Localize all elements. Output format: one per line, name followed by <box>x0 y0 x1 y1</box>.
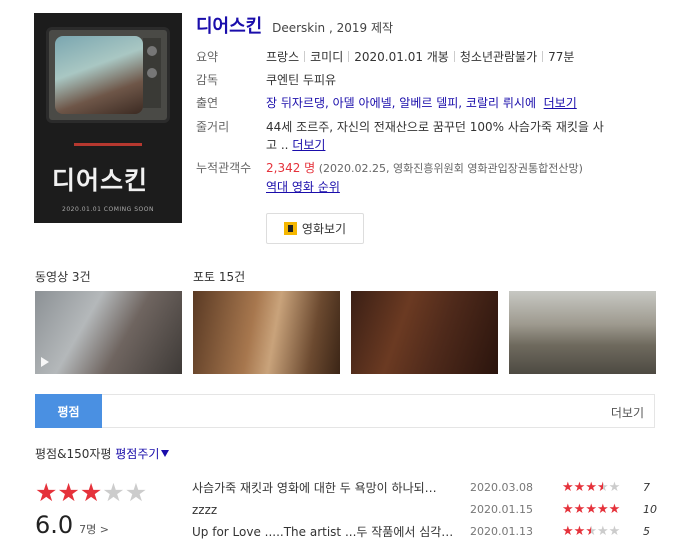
summary-genre: 코미디 <box>310 50 344 64</box>
star-icon: ★ <box>35 478 58 507</box>
poster-title: 디어스킨 <box>52 166 149 195</box>
star-icon: ★ <box>124 478 148 507</box>
rating-header: 평점&150자평 평점주기 <box>35 445 170 462</box>
info-row-audience: 누적관객수 2,342 명 (2020.02.25, 영화진흥위원회 영화관입장… <box>196 159 626 195</box>
star-icon: ★ <box>608 524 621 539</box>
info-row-plot: 줄거리 44세 조르주, 자신의 전재산으로 꿈꾸던 100% 사슴가죽 재킷을… <box>196 118 626 154</box>
audience-note: (2020.02.25, 영화진흥위원회 영화관입장권통합전산망) <box>315 162 583 175</box>
play-icon <box>41 357 49 367</box>
star-icon: ★ <box>573 480 586 495</box>
review-row[interactable]: 사슴가죽 재킷과 영화에 대한 두 욕망이 하나되… 2020.03.08 ★★★★… <box>192 479 662 497</box>
star-icon: ★ <box>608 480 621 495</box>
review-date: 2020.01.13 <box>470 525 533 538</box>
review-stars: ★★★★★ <box>562 523 620 541</box>
poster-date: 2020.01.01 COMING SOON <box>62 206 154 213</box>
star-icon: ★ <box>562 524 574 539</box>
review-date: 2020.03.08 <box>470 481 533 494</box>
divider <box>453 51 455 62</box>
star-icon: ★ <box>596 480 609 495</box>
divider <box>542 51 544 62</box>
movie-subtitle: Deerskin , 2019 제작 <box>272 21 394 35</box>
give-rating-link[interactable]: 평점주기 <box>115 447 159 461</box>
star-icon: ★ <box>585 524 597 539</box>
audience-count: 2,342 명 <box>266 161 316 175</box>
star-icon: ★ <box>573 524 586 539</box>
plot-line2: 고 .. <box>266 138 293 152</box>
tab-rating[interactable]: 평점 <box>35 394 102 428</box>
review-text[interactable]: zzzz <box>192 501 460 519</box>
plot-value: 44세 조르주, 자신의 전재산으로 꿈꾸던 100% 사슴가죽 재킷을 사고 … <box>266 118 626 154</box>
photo-thumbnail[interactable] <box>193 291 340 374</box>
rating-tab-bar: 평점 더보기 <box>35 394 655 428</box>
poster-tv-screen <box>55 36 143 114</box>
rating-header-text: 평점&150자평 <box>35 447 116 461</box>
watch-movie-button[interactable]: 영화보기 <box>266 213 364 244</box>
review-score: 5 <box>643 525 650 538</box>
summary-rating: 청소년관람불가 <box>459 50 538 64</box>
videos-heading[interactable]: 동영상 3건 <box>35 268 91 285</box>
play-logo-icon <box>283 222 297 235</box>
review-row[interactable]: zzzz 2020.01.15 ★★★★★ 10 <box>192 501 662 519</box>
photo-thumbnail[interactable] <box>351 291 498 374</box>
review-text[interactable]: Up for Love .....The artist ...두 작품에서 심각… <box>192 523 460 541</box>
star-icon: ★ <box>596 524 609 539</box>
star-icon: ★ <box>585 480 597 495</box>
photo-thumbnail[interactable] <box>509 291 656 374</box>
title-row: 디어스킨 Deerskin , 2019 제작 <box>196 12 393 38</box>
review-stars: ★★★★★ <box>562 479 620 497</box>
dropdown-triangle-icon[interactable] <box>161 450 170 457</box>
average-star-rating: ★★★★★ <box>35 480 147 505</box>
review-text[interactable]: 사슴가죽 재킷과 영화에 대한 두 욕망이 하나되… <box>192 479 460 497</box>
watch-movie-label: 영화보기 <box>301 222 347 236</box>
star-icon: ★ <box>79 478 103 507</box>
star-icon: ★ <box>562 480 574 495</box>
summary-country: 프랑스 <box>266 50 300 64</box>
star-icon: ★ <box>608 502 621 517</box>
star-icon: ★ <box>585 502 597 517</box>
poster-red-stripe <box>74 143 142 146</box>
cast-value: 장 뒤자르댕, 아델 아에넬, 알베르 델피, 코랄리 뤼시에 더보기 <box>266 94 626 112</box>
movie-poster[interactable]: 디어스킨 2020.01.01 COMING SOON <box>34 13 182 223</box>
director-link[interactable]: 쿠엔틴 두피유 <box>266 71 626 89</box>
star-icon: ★ <box>562 502 574 517</box>
poster-tv-illustration <box>46 27 170 123</box>
average-score: 6.0 7명 > <box>35 511 109 539</box>
review-row[interactable]: Up for Love .....The artist ...두 작품에서 심각… <box>192 523 662 541</box>
video-thumbnail[interactable] <box>35 291 182 374</box>
star-icon: ★ <box>57 478 80 507</box>
average-score-value: 6.0 <box>35 511 74 539</box>
movie-title[interactable]: 디어스킨 <box>196 16 262 37</box>
director-label: 감독 <box>196 73 219 87</box>
review-date: 2020.01.15 <box>470 503 533 516</box>
star-icon: ★ <box>596 502 609 517</box>
ranking-link[interactable]: 역대 영화 순위 <box>266 180 340 194</box>
summary-value: 프랑스 코미디 2020.01.01 개봉 청소년관람불가 77분 <box>266 48 626 66</box>
photos-heading[interactable]: 포토 15건 <box>193 268 245 285</box>
review-score: 10 <box>643 503 657 516</box>
audience-value: 2,342 명 (2020.02.25, 영화진흥위원회 영화관입장권통합전산망… <box>266 159 626 196</box>
divider <box>304 51 306 62</box>
audience-label: 누적관객수 <box>196 161 252 175</box>
summary-runtime: 77분 <box>548 50 575 64</box>
poster-tv-knobs <box>143 38 161 108</box>
star-icon: ★ <box>102 478 125 507</box>
review-stars: ★★★★★ <box>562 501 620 519</box>
plot-line1: 44세 조르주, 자신의 전재산으로 꿈꾸던 100% 사슴가죽 재킷을 사 <box>266 120 604 134</box>
review-score: 7 <box>643 481 650 494</box>
rating-more-link[interactable]: 더보기 <box>611 404 644 421</box>
cast-links[interactable]: 장 뒤자르댕, 아델 아에넬, 알베르 델피, 코랄리 뤼시에 <box>266 96 536 110</box>
summary-release: 2020.01.01 개봉 <box>354 50 449 64</box>
cast-label: 출연 <box>196 96 219 110</box>
cast-more-link[interactable]: 더보기 <box>544 96 577 110</box>
star-icon: ★ <box>573 502 586 517</box>
rating-count-link[interactable]: 7명 > <box>79 523 109 536</box>
divider <box>348 51 350 62</box>
summary-label: 요약 <box>196 50 219 64</box>
plot-label: 줄거리 <box>196 120 230 134</box>
plot-more-link[interactable]: 더보기 <box>292 138 325 152</box>
